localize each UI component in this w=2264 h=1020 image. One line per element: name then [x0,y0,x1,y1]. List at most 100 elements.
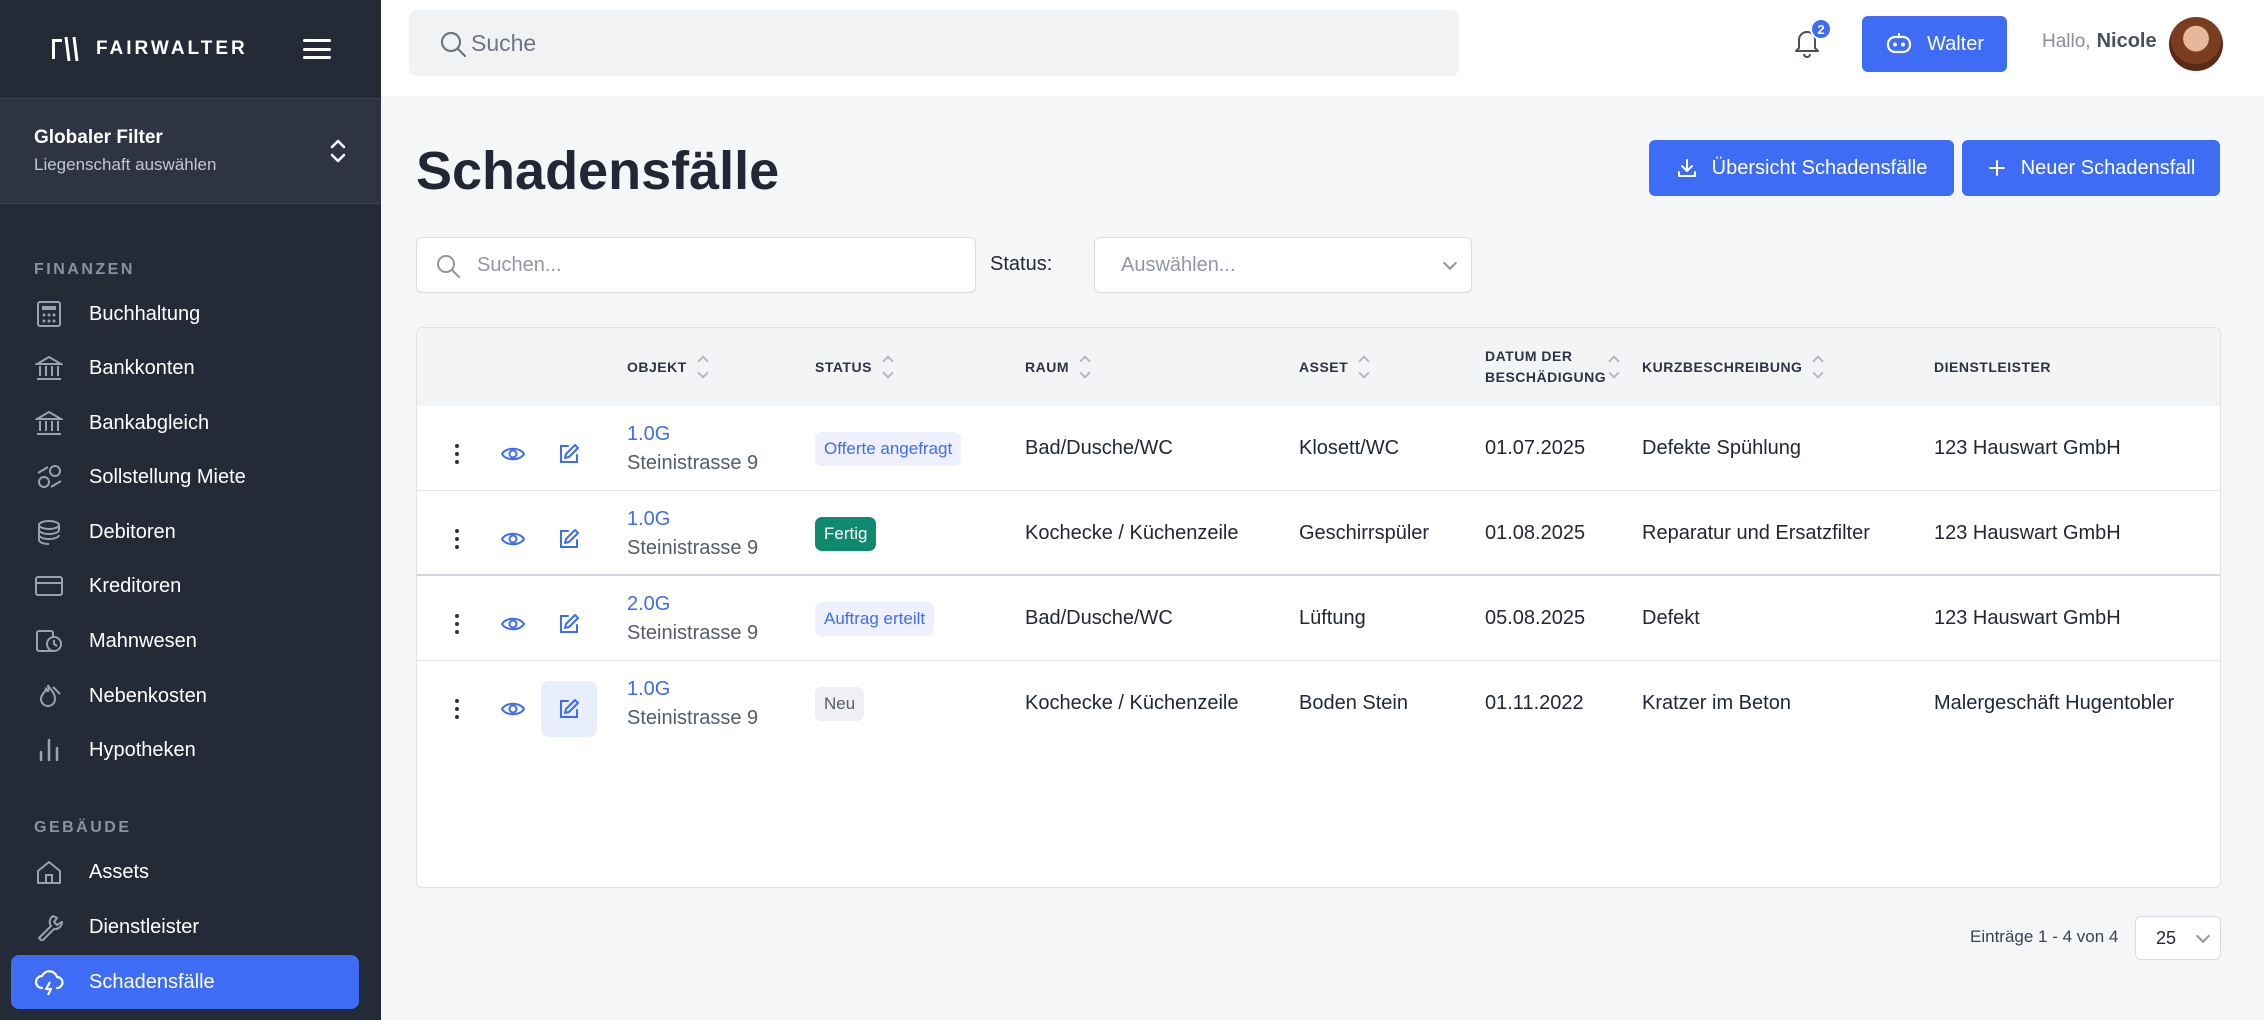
sidebar-item-debitoren[interactable]: Debitoren [11,505,359,559]
global-filter[interactable]: Globaler Filter Liegenschaft auswählen [0,98,381,204]
house-icon [34,857,64,887]
objekt-link[interactable]: 1.0G [627,678,670,701]
cell-datum: 01.11.2022 [1485,692,1584,714]
sidebar-item-bankkonten[interactable]: Bankkonten [11,341,359,395]
sidebar-item-label: Mahnwesen [89,629,197,652]
sidebar-item-dienstleister[interactable]: Dienstleister [11,900,359,954]
cell-datum: 01.08.2025 [1485,522,1586,544]
brand-name: FAIRWALTER [96,38,248,59]
row-edit-button[interactable] [541,596,597,652]
sidebar-item-assets[interactable]: Assets [11,845,359,899]
sidebar-item-label: Nebenkosten [89,684,207,707]
column-header-label-line: BESCHÄDIGUNG [1485,369,1607,385]
kebab-icon [455,444,459,464]
table-row[interactable]: 1.0G Steinistrasse 9 Neu Kochecke / Küch… [417,661,2220,746]
edit-icon [560,614,579,633]
cell-status: Offerte angefragt [815,406,962,491]
column-header-datum[interactable]: DATUM DER BESCHÄDIGUNG [1485,328,1620,406]
row-menu-button[interactable] [429,596,485,652]
edit-icon [560,529,579,548]
sidebar-item-label: Dienstleister [89,915,200,938]
column-header-kurzbeschreibung[interactable]: KURZBESCHREIBUNG [1642,328,1825,406]
sidebar: FAIRWALTER Globaler Filter Liegenschaft … [0,0,381,1020]
row-menu-button[interactable] [429,511,485,567]
chevron-down-icon [1442,255,1458,270]
pagination-summary: Einträge 1 - 4 von 4 [1970,927,2119,946]
column-header-objekt[interactable]: OBJEKT [627,328,709,406]
row-edit-button[interactable] [541,681,597,737]
storm-cloud-icon [34,967,64,997]
menu-toggle-icon[interactable] [303,39,331,59]
sidebar-item-kreditoren[interactable]: Kreditoren [11,559,359,613]
new-schadensfall-button[interactable]: Neuer Schadensfall [1962,140,2220,196]
avatar[interactable] [2169,17,2223,71]
table-header: OBJEKT STATUS RAUM ASSET DATUM DER BESCH… [417,328,2220,406]
chevron-down-icon [2195,928,2211,943]
cell-status: Neu [815,661,865,746]
cell-kurzbeschreibung: Reparatur und Ersatzfilter [1642,522,1870,544]
objekt-link[interactable]: 1.0G [627,423,670,446]
row-view-button[interactable] [485,511,541,567]
objekt-address: Steinistrasse 9 [627,621,759,644]
cell-raum: Kochecke / Küchenzeile [1025,522,1239,544]
status-filter-select[interactable]: Auswählen... [1094,237,1472,293]
user-name: Nicole [2096,30,2157,52]
sidebar-item-hypotheken[interactable]: Hypotheken [11,723,359,777]
cell-asset: Geschirrspüler [1299,522,1430,544]
sort-icon [1358,355,1370,379]
eye-icon [500,447,526,461]
global-search-input[interactable]: Suche [409,10,1459,76]
sidebar-item-label: Hypotheken [89,738,196,761]
row-menu-button[interactable] [429,681,485,737]
list-search-input[interactable]: Suchen... [416,237,976,293]
eye-icon [500,532,526,546]
global-search-placeholder: Suche [471,29,537,56]
kebab-icon [455,699,459,719]
column-header-asset[interactable]: ASSET [1299,328,1370,406]
cell-dienstleister: 123 Hauswart GmbH [1934,437,2121,459]
column-header-status[interactable]: STATUS [815,328,894,406]
overview-schadensfaelle-button[interactable]: Übersicht Schadensfälle [1649,140,1954,196]
sidebar-item-sollstellung-miete[interactable]: Sollstellung Miete [11,450,359,504]
row-edit-button[interactable] [541,511,597,567]
table-row[interactable]: 2.0G Steinistrasse 9 Auftrag erteilt Bad… [417,576,2220,661]
sidebar-item-label: Sollstellung Miete [89,465,246,488]
row-view-button[interactable] [485,681,541,737]
row-view-button[interactable] [485,596,541,652]
robot-icon [1886,33,1912,54]
row-menu-button[interactable] [429,426,485,482]
cell-dienstleister: 123 Hauswart GmbH [1934,522,2121,544]
row-edit-button[interactable] [541,426,597,482]
sidebar-item-label: Buchhaltung [89,302,201,325]
notifications-button[interactable]: 2 [1792,18,1832,60]
row-view-button[interactable] [485,426,541,482]
cell-status: Auftrag erteilt [815,576,935,661]
cell-dienstleister: 123 Hauswart GmbH [1934,607,2121,629]
sidebar-item-bankabgleich[interactable]: Bankabgleich [11,396,359,450]
logo[interactable]: FAIRWALTER [50,35,248,63]
bank-icon [34,408,64,438]
column-header-label: KURZBESCHREIBUNG [1642,358,1803,375]
fairwalter-logo-icon [52,36,79,62]
page-size-select[interactable]: 25 [2135,916,2221,960]
download-icon [1677,159,1696,177]
status-badge: Auftrag erteilt [815,601,935,636]
walter-assistant-button[interactable]: Walter [1862,16,2007,72]
sidebar-item-buchhaltung[interactable]: Buchhaltung [11,287,359,341]
sidebar-item-mahnwesen[interactable]: Mahnwesen [11,614,359,668]
notification-count-badge: 2 [1810,18,1832,40]
flame-icon [34,681,64,711]
objekt-address: Steinistrasse 9 [627,451,759,474]
sidebar-item-schadensfaelle[interactable]: Schadensfälle [11,955,359,1009]
cell-asset: Boden Stein [1299,692,1408,714]
sidebar-item-nebenkosten[interactable]: Nebenkosten [11,669,359,723]
page-size-value: 25 [2156,927,2177,948]
objekt-link[interactable]: 1.0G [627,508,670,531]
sidebar-item-label: Kreditoren [89,574,182,597]
cell-objekt: 2.0G Steinistrasse 9 [627,576,758,661]
table-row[interactable]: 1.0G Steinistrasse 9 Fertig Kochecke / K… [417,491,2220,576]
objekt-link[interactable]: 2.0G [627,593,670,616]
column-header-raum[interactable]: RAUM [1025,328,1091,406]
edit-icon [560,444,579,463]
table-row[interactable]: 1.0G Steinistrasse 9 Offerte angefragt B… [417,406,2220,491]
